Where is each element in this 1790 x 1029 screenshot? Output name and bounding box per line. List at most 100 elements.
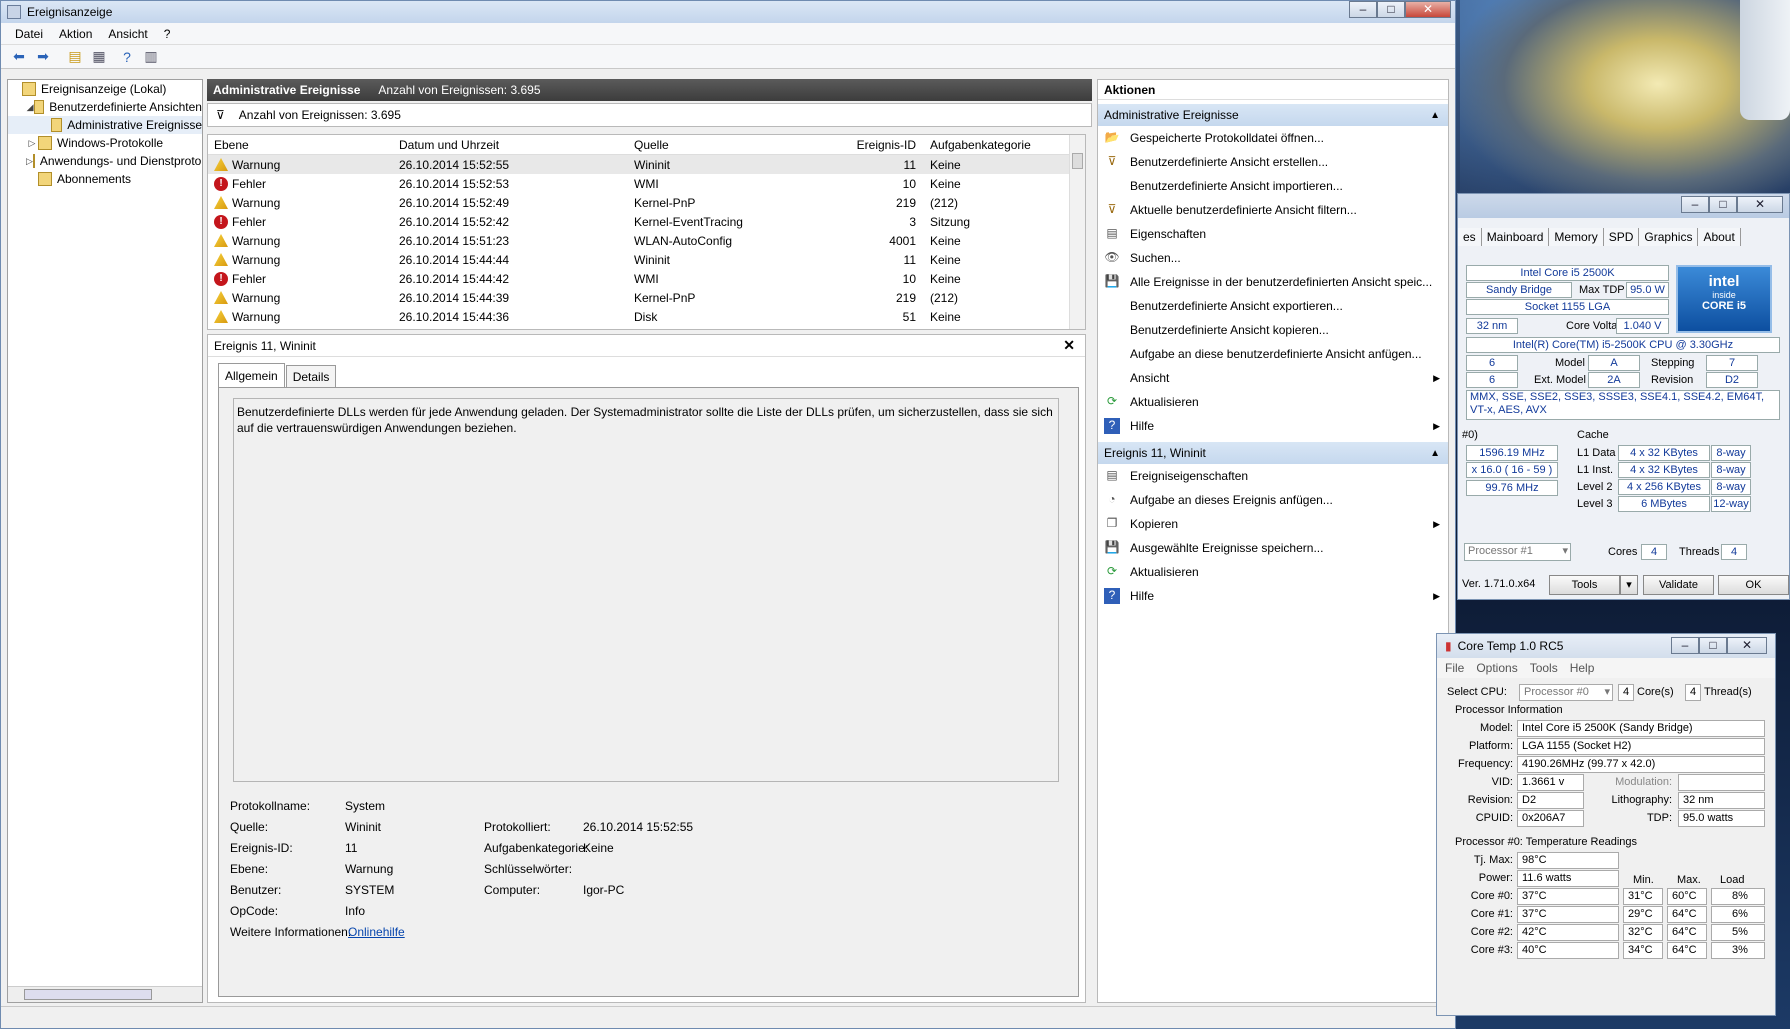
col-quelle[interactable]: Quelle (628, 138, 774, 152)
tree-item[interactable]: ▷ Windows-Protokolle (8, 134, 202, 152)
minimize-button[interactable]: – (1349, 1, 1377, 18)
action-item[interactable]: ▤ Eigenschaften (1098, 222, 1448, 246)
tab-details[interactable]: Details (285, 365, 337, 387)
close-button[interactable]: ✕ (1727, 637, 1767, 654)
action-item[interactable]: ⟳ Aktualisieren (1098, 560, 1448, 584)
collapse-icon[interactable]: ▲ (1430, 448, 1440, 459)
tab-mainboard[interactable]: Mainboard (1481, 228, 1550, 246)
menu-aktion[interactable]: Aktion (59, 27, 92, 41)
maximize-button[interactable]: □ (1709, 196, 1737, 213)
cell-level: Warnung (208, 234, 393, 248)
tab-cpu[interactable]: es (1458, 228, 1482, 246)
toolbar: ⬅ ➡ ▤ ▦ ? ▥ (1, 45, 1455, 69)
intel-logo-core: CORE i5 (1701, 300, 1746, 312)
action-item[interactable]: 👁 Suchen... (1098, 246, 1448, 270)
tab-graphics[interactable]: Graphics (1639, 228, 1699, 246)
tree-item[interactable]: Ereignisanzeige (Lokal) (8, 80, 202, 98)
col-datum[interactable]: Datum und Uhrzeit (393, 138, 628, 152)
action-item[interactable]: ❐ Kopieren ▶ (1098, 512, 1448, 536)
menu-options[interactable]: Options (1476, 661, 1517, 675)
action-pane-icon[interactable]: ▥ (141, 47, 161, 67)
close-button[interactable]: ✕ (1737, 196, 1783, 213)
show-tree-icon[interactable]: ▦ (89, 47, 109, 67)
tab-memory[interactable]: Memory (1549, 228, 1604, 246)
menu-file[interactable]: File (1445, 661, 1464, 675)
action-item[interactable]: 💾 Ausgewählte Ereignisse speichern... (1098, 536, 1448, 560)
minimize-button[interactable]: – (1671, 637, 1699, 654)
action-item[interactable]: ▤ Ereigniseigenschaften (1098, 464, 1448, 488)
action-item[interactable]: Benutzerdefinierte Ansicht kopieren... (1098, 318, 1448, 342)
table-row[interactable]: Warnung 26.10.2014 15:44:36 Disk 51 Kein… (208, 307, 1085, 326)
tree-scrollbar[interactable] (8, 986, 202, 1002)
action-item[interactable]: 💾 Alle Ereignisse in der benutzerdefinier… (1098, 270, 1448, 294)
menu-help[interactable]: Help (1570, 661, 1595, 675)
tree-item[interactable]: ▷ Anwendungs- und Dienstprotokolle (8, 152, 202, 170)
actions-section-view[interactable]: Administrative Ereignisse ▲ (1098, 104, 1448, 126)
action-item[interactable]: Aufgabe an diese benutzerdefinierte Ansi… (1098, 342, 1448, 366)
action-item[interactable]: ⟳ Aktualisieren (1098, 390, 1448, 414)
level-text: Fehler (232, 271, 267, 286)
up-folder-icon[interactable]: ▤ (65, 47, 85, 67)
l2-size: 4 x 256 KBytes (1618, 479, 1710, 495)
action-item[interactable]: ? Hilfe ▶ (1098, 584, 1448, 608)
tab-allgemein[interactable]: Allgemein (218, 363, 285, 387)
online-help-link[interactable]: Onlinehilfe (348, 925, 405, 939)
collapse-icon[interactable]: ▲ (1430, 110, 1440, 121)
l1d-size: 4 x 32 KBytes (1618, 445, 1710, 461)
table-row[interactable]: Warnung 26.10.2014 15:52:55 Wininit 11 K… (208, 155, 1085, 174)
maximize-button[interactable]: □ (1377, 1, 1405, 18)
error-icon: ! (214, 271, 228, 286)
close-button[interactable]: ✕ (1405, 1, 1451, 18)
maximize-button[interactable]: □ (1699, 637, 1727, 654)
core-label: Core #0: (1470, 890, 1513, 902)
table-row[interactable]: Warnung 26.10.2014 15:52:49 Kernel-PnP 2… (208, 193, 1085, 212)
action-item[interactable]: Benutzerdefinierte Ansicht importieren..… (1098, 174, 1448, 198)
table-row[interactable]: Warnung 26.10.2014 15:44:44 Wininit 11 K… (208, 250, 1085, 269)
menu-datei[interactable]: Datei (15, 27, 43, 41)
forward-arrow-icon[interactable]: ➡ (33, 47, 53, 67)
action-item[interactable]: Ansicht ▶ (1098, 366, 1448, 390)
action-item[interactable]: Benutzerdefinierte Ansicht exportieren..… (1098, 294, 1448, 318)
action-item[interactable]: 📂 Gespeicherte Protokolldatei öffnen... (1098, 126, 1448, 150)
col-ebene[interactable]: Ebene (208, 138, 393, 152)
actions-section-event[interactable]: Ereignis 11, Wininit ▲ (1098, 442, 1448, 464)
submenu-arrow-icon: ▶ (1433, 420, 1440, 431)
expand-arrow-icon[interactable]: ▷ (26, 156, 33, 167)
action-item[interactable]: ? Hilfe ▶ (1098, 414, 1448, 438)
tools-button[interactable]: Tools (1549, 575, 1620, 595)
help-icon[interactable]: ? (117, 47, 137, 67)
table-row[interactable]: Warnung 26.10.2014 15:44:39 Kernel-PnP 2… (208, 288, 1085, 307)
tree-item[interactable]: ◢ Benutzerdefinierte Ansichten (8, 98, 202, 116)
col-ereignis-id[interactable]: Ereignis-ID (774, 138, 924, 152)
col-aufgabenkategorie[interactable]: Aufgabenkategorie (924, 138, 1064, 152)
cpu-select[interactable]: Processor #0 ▾ (1519, 684, 1613, 701)
tab-spd[interactable]: SPD (1603, 228, 1640, 246)
core-load: 8% (1711, 888, 1765, 905)
expand-arrow-icon[interactable]: ▷ (26, 138, 38, 149)
table-scrollbar[interactable] (1069, 135, 1085, 329)
menu-tools[interactable]: Tools (1530, 661, 1558, 675)
minimize-button[interactable]: – (1681, 196, 1709, 213)
table-row[interactable]: Warnung 26.10.2014 15:51:23 WLAN-AutoCon… (208, 231, 1085, 250)
action-item[interactable]: ⊽ Benutzerdefinierte Ansicht erstellen... (1098, 150, 1448, 174)
prop-value: Info (345, 904, 366, 918)
back-arrow-icon[interactable]: ⬅ (9, 47, 29, 67)
tools-label: Tools (1571, 579, 1598, 591)
tools-dropdown-icon[interactable]: ▾ (1620, 575, 1638, 595)
action-item[interactable]: ◔ Aufgabe an dieses Ereignis anfügen... (1098, 488, 1448, 512)
table-row[interactable]: ! Fehler 26.10.2014 15:44:42 WMI 10 Keine (208, 269, 1085, 288)
table-row[interactable]: ! Fehler 26.10.2014 15:52:42 Kernel-Event… (208, 212, 1085, 231)
tree-item[interactable]: Administrative Ereignisse (8, 116, 202, 134)
ok-button[interactable]: OK (1718, 575, 1789, 595)
tree-item[interactable]: Abonnements (8, 170, 202, 188)
tab-about[interactable]: About (1698, 228, 1741, 246)
menu-ansicht[interactable]: Ansicht (108, 27, 147, 41)
detail-close-icon[interactable]: ✕ (1063, 337, 1075, 354)
table-row[interactable]: ! Fehler 26.10.2014 15:52:53 WMI 10 Keine (208, 174, 1085, 193)
validate-button[interactable]: Validate (1643, 575, 1714, 595)
action-item[interactable]: ⊽ Aktuelle benutzerdefinierte Ansicht fil… (1098, 198, 1448, 222)
menu-help[interactable]: ? (164, 27, 171, 41)
processor-select[interactable]: Processor #1 ▾ (1464, 543, 1571, 561)
expand-arrow-icon[interactable]: ◢ (26, 102, 34, 113)
cell-date: 26.10.2014 15:52:49 (399, 195, 510, 210)
